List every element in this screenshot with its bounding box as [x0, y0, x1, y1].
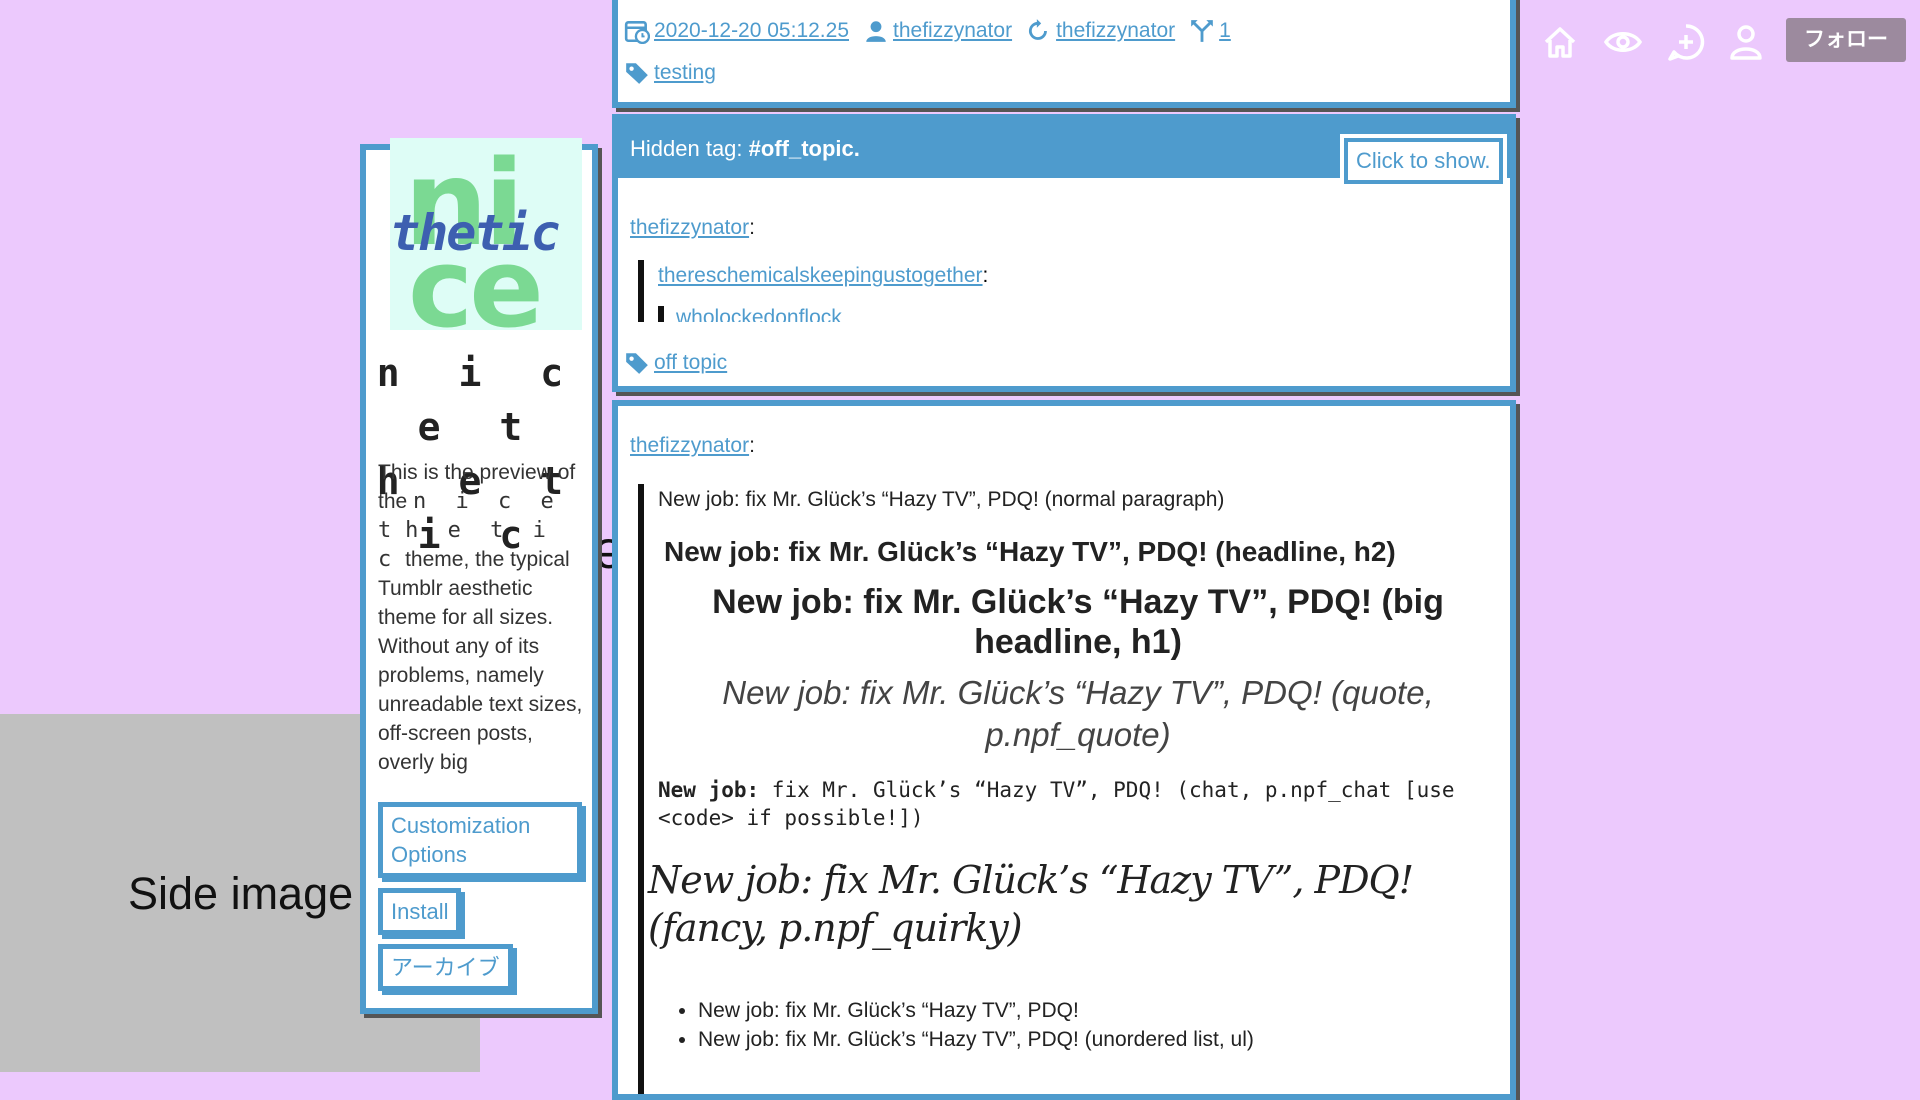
- hidden-tag-bar: Hidden tag: #off_topic. Click to show.: [618, 120, 1510, 184]
- user-icon: [866, 21, 886, 42]
- post-tag-link[interactable]: off topic: [654, 351, 727, 375]
- post-hidden: Hidden tag: #off_topic. Click to show. t…: [612, 114, 1516, 392]
- reblog-author-link[interactable]: thereschemicalskeepingustogether: [658, 264, 983, 287]
- post-body-blockquote: New job: fix Mr. Glück’s “Hazy TV”, PDQ!…: [638, 484, 1502, 1094]
- blog-title-line1: n i c e t: [376, 351, 582, 449]
- post-author-link[interactable]: thefizzynator: [893, 19, 1012, 43]
- headline-h1: New job: fix Mr. Glück’s “Hazy TV”, PDQ!…: [712, 583, 1444, 661]
- post-text-formats: thefizzynator: New job: fix Mr. Glück’s …: [612, 400, 1516, 1100]
- calendar-icon: [624, 21, 650, 44]
- install-button[interactable]: Install: [378, 888, 462, 935]
- archive-button[interactable]: アーカイブ: [378, 944, 513, 991]
- headline-h2: New job: fix Mr. Glück’s “Hazy TV”, PDQ!…: [664, 536, 1396, 567]
- normal-paragraph: New job: fix Mr. Glück’s “Hazy TV”, PDQ!…: [658, 488, 1225, 511]
- nested-blockquote: wholockedonflock: [658, 306, 988, 322]
- show-hidden-button[interactable]: Click to show.: [1344, 138, 1503, 184]
- post-author-link[interactable]: thefizzynator: [630, 434, 749, 457]
- post-tag-link[interactable]: testing: [654, 61, 716, 85]
- list-item: New job: fix Mr. Glück’s “Hazy TV”, PDQ!…: [698, 1025, 1254, 1054]
- reblog-icon: [1029, 19, 1047, 40]
- user-icon[interactable]: [1726, 22, 1766, 62]
- unordered-list: New job: fix Mr. Glück’s “Hazy TV”, PDQ!…: [658, 996, 1254, 1054]
- chat-paragraph: New job: fix Mr. Glück’s “Hazy TV”, PDQ!…: [658, 776, 1498, 832]
- tag-icon: [626, 63, 648, 84]
- follow-button[interactable]: フォロー: [1786, 18, 1906, 62]
- reblog-blockquote: thereschemicalskeepingustogether: wholoc…: [638, 260, 988, 322]
- notes-count-link[interactable]: 1: [1219, 19, 1231, 43]
- post-author-link[interactable]: thefizzynator: [630, 216, 749, 239]
- notes-icon: [1191, 20, 1213, 42]
- tag-icon: [626, 353, 648, 374]
- blog-description: This is the preview of the n i c e t h e…: [378, 458, 584, 778]
- post-date-link[interactable]: 2020-12-20 05:12.25: [654, 19, 849, 43]
- reblogged-from-link[interactable]: thefizzynator: [1056, 19, 1175, 43]
- logo-text-middle: thetic: [390, 204, 561, 262]
- reblog-author-link-2[interactable]: wholockedonflock: [676, 306, 842, 322]
- chat-text: fix Mr. Glück’s “Hazy TV”, PDQ! (chat, p…: [658, 778, 1455, 830]
- quote-paragraph: New job: fix Mr. Glück’s “Hazy TV”, PDQ!…: [722, 674, 1434, 753]
- plus-icon[interactable]: [1666, 22, 1706, 62]
- fancy-paragraph: New job: fix Mr. Glück’s “Hazy TV”, PDQ!…: [648, 858, 1414, 950]
- sidebar: ni ce thetic n i c e t h e t i c This is…: [360, 138, 598, 1014]
- chat-label: New job:: [658, 778, 760, 802]
- customization-options-button[interactable]: Customization Options: [378, 802, 582, 878]
- hidden-tag-name: #off_topic.: [748, 136, 860, 161]
- side-image-label: Side image: [128, 868, 354, 919]
- blog-logo[interactable]: ni ce thetic: [390, 138, 582, 330]
- home-icon[interactable]: [1540, 22, 1580, 62]
- colon: :: [982, 264, 989, 287]
- colon: :: [749, 434, 755, 457]
- list-item: New job: fix Mr. Glück’s “Hazy TV”, PDQ!: [698, 996, 1254, 1025]
- post-meta: 2020-12-20 05:12.25 thefizzynator thefiz…: [612, 0, 1516, 108]
- eye-icon[interactable]: [1603, 22, 1643, 62]
- desc-text-2: theme, the typical Tumblr aesthetic them…: [378, 548, 583, 774]
- colon: :: [749, 216, 755, 239]
- hidden-tag-prefix: Hidden tag:: [630, 136, 749, 161]
- hidden-tag-notice: Hidden tag: #off_topic.: [630, 136, 860, 162]
